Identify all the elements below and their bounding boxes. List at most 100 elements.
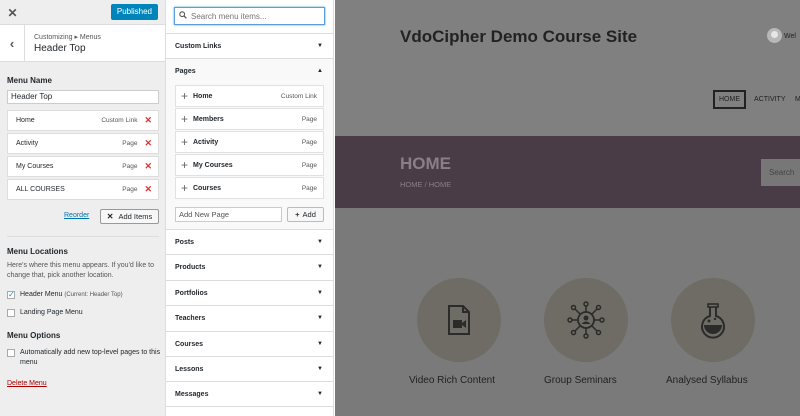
accordion-title: Custom Links — [175, 42, 222, 50]
menu-name-input[interactable]: Header Top — [7, 90, 159, 104]
close-icon: ✕ — [106, 212, 114, 221]
accordion-portfolios[interactable]: Portfolios ▼ — [166, 280, 333, 305]
site-title[interactable]: VdoCipher Demo Course Site — [400, 27, 637, 47]
location-landing-label: Landing Page Menu — [20, 309, 83, 316]
banner-breadcrumb: HOME / HOME — [400, 180, 452, 189]
menu-locations-label: Menu Locations — [7, 247, 68, 256]
publish-button[interactable]: Published — [110, 4, 158, 20]
site-header: VdoCipher Demo Course Site Wel HOME ACTI… — [335, 0, 800, 136]
caret-down-icon: ▼ — [317, 43, 323, 49]
section-header: ‹ Customizing ▸ Menus Header Top — [0, 25, 165, 62]
accordion-title: Products — [175, 263, 206, 271]
accordion-title: Portfolios — [175, 289, 208, 297]
reorder-link[interactable]: Reorder — [64, 212, 89, 219]
welcome-text[interactable]: Wel — [784, 33, 796, 40]
page-item[interactable]: + Courses Page — [175, 177, 324, 199]
back-chevron-icon[interactable]: ‹ — [0, 25, 25, 62]
caret-down-icon: ▼ — [317, 264, 323, 270]
location-landing-menu[interactable]: Landing Page Menu — [7, 308, 165, 318]
page-item[interactable]: + Home Custom Link — [175, 85, 324, 107]
remove-icon[interactable]: ✕ — [144, 161, 152, 172]
page-banner: HOME HOME / HOME Search — [335, 136, 800, 208]
nav-activity[interactable]: ACTIVITY — [754, 96, 786, 103]
menu-item-title: Home — [16, 117, 35, 124]
plus-icon: + — [181, 181, 189, 195]
page-item-type: Page — [301, 184, 317, 192]
accordion-messages[interactable]: Messages ▼ — [166, 381, 333, 406]
delete-menu-link[interactable]: Delete Menu — [7, 380, 47, 387]
page-item-title: Courses — [193, 184, 222, 192]
feature-circle — [671, 278, 755, 362]
add-items-label: Add Items — [118, 212, 153, 221]
remove-icon[interactable]: ✕ — [144, 138, 152, 149]
search-input[interactable] — [191, 8, 323, 24]
accordion-products[interactable]: Products ▼ — [166, 254, 333, 279]
checkbox-checked[interactable]: ✓ — [7, 291, 15, 299]
menu-item-type: Page — [122, 140, 138, 147]
caret-down-icon: ▼ — [317, 341, 323, 347]
customizer-panel: ✕ Published ‹ Customizing ▸ Menus Header… — [0, 0, 166, 416]
search-box[interactable] — [174, 7, 325, 25]
accordion-posts[interactable]: Posts ▼ — [166, 229, 333, 254]
video-file-icon — [448, 305, 470, 335]
new-page-input[interactable]: Add New Page — [175, 207, 282, 222]
nav-home[interactable]: HOME — [713, 90, 746, 109]
accordion-pages[interactable]: Pages ▲ — [166, 58, 333, 83]
caret-down-icon: ▼ — [317, 391, 323, 397]
page-item[interactable]: + Members Page — [175, 108, 324, 130]
remove-icon[interactable]: ✕ — [144, 115, 152, 126]
add-page-button[interactable]: + Add — [287, 207, 324, 222]
flask-icon — [701, 303, 725, 339]
banner-search-input[interactable]: Search — [761, 159, 800, 186]
page-item[interactable]: + My Courses Page — [175, 154, 324, 176]
customizer-topbar: ✕ Published — [0, 0, 165, 25]
plus-icon: + — [181, 158, 189, 172]
accordion-more[interactable] — [166, 406, 333, 416]
auto-add-option[interactable]: Automatically add new top-level pages to… — [7, 348, 165, 368]
page-item-title: Members — [193, 115, 224, 123]
search-icon — [179, 11, 187, 19]
page-item-title: Activity — [193, 138, 219, 146]
plus-icon: + — [181, 112, 189, 126]
add-page-label: Add — [302, 210, 316, 219]
page-item-type: Custom Link — [280, 92, 317, 100]
accordion-lessons[interactable]: Lessons ▼ — [166, 356, 333, 381]
remove-icon[interactable]: ✕ — [144, 184, 152, 195]
menu-name-label: Menu Name — [7, 76, 52, 85]
plus-icon: + — [181, 89, 189, 103]
page-item[interactable]: + Activity Page — [175, 131, 324, 153]
menu-items-list: Home Custom Link ✕ Activity Page ✕ My Co… — [7, 110, 159, 202]
close-icon[interactable]: ✕ — [0, 0, 25, 25]
page-item-type: Page — [301, 115, 317, 123]
checkbox[interactable] — [7, 309, 15, 317]
features-section: Video Rich Content Group Seminars Analys… — [335, 208, 800, 416]
avatar[interactable] — [767, 28, 782, 43]
menu-item[interactable]: ALL COURSES Page ✕ — [7, 179, 159, 200]
feature-label: Analysed Syllabus — [666, 375, 748, 386]
nav-more[interactable]: M — [795, 96, 800, 103]
menu-item[interactable]: Home Custom Link ✕ — [7, 110, 159, 131]
menu-item[interactable]: My Courses Page ✕ — [7, 156, 159, 177]
auto-add-label: Automatically add new top-level pages to… — [20, 349, 161, 366]
menu-item-title: Activity — [16, 140, 39, 147]
accordion-courses[interactable]: Courses ▼ — [166, 331, 333, 356]
location-header-menu[interactable]: ✓ Header Menu (Current: Header Top) — [7, 290, 165, 300]
menu-item-title: My Courses — [16, 163, 54, 170]
feature-label: Group Seminars — [544, 375, 617, 386]
accordion-title: Posts — [175, 238, 195, 246]
breadcrumb: Customizing ▸ Menus — [34, 34, 101, 41]
section-title: Header Top — [34, 43, 86, 54]
menu-locations-description: Here's where this menu appears. If you'd… — [7, 262, 155, 279]
accordion-teachers[interactable]: Teachers ▼ — [166, 305, 333, 330]
feature-circle — [544, 278, 628, 362]
caret-down-icon: ▼ — [317, 290, 323, 296]
available-items-panel: Custom Links ▼ Pages ▲ + Home Custom Lin… — [166, 0, 334, 416]
accordion-title: Messages — [175, 390, 209, 398]
menu-item[interactable]: Activity Page ✕ — [7, 133, 159, 154]
location-header-label: Header Menu — [20, 291, 63, 298]
add-items-button[interactable]: ✕ Add Items — [100, 209, 159, 224]
plus-icon: + — [181, 135, 189, 149]
accordion-custom-links[interactable]: Custom Links ▼ — [166, 33, 333, 58]
checkbox[interactable] — [7, 349, 15, 357]
accordion-title: Teachers — [175, 314, 206, 322]
